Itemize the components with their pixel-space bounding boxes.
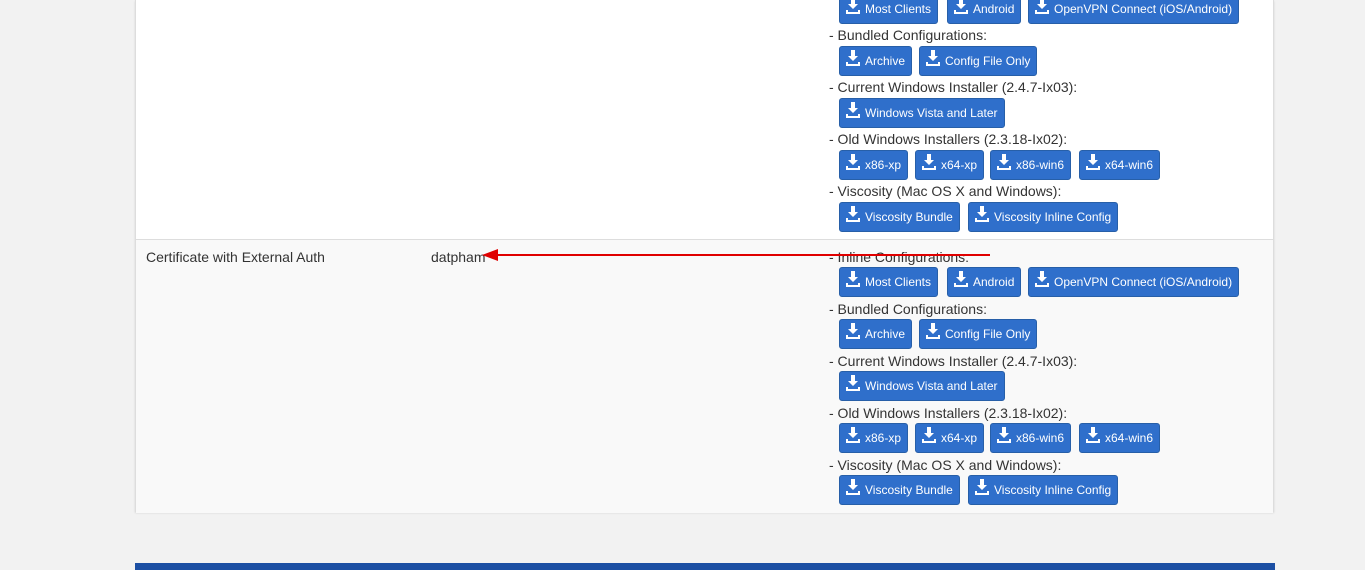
android-button[interactable]: Android: [947, 267, 1022, 297]
user-cell: datpham: [431, 249, 486, 265]
download-icon: [926, 50, 940, 66]
windows-vista-button[interactable]: Windows Vista and Later: [839, 98, 1005, 128]
x86-win6-button[interactable]: x86-win6: [990, 150, 1072, 180]
button-label: Windows Vista and Later: [865, 379, 998, 393]
group-label: - Old Windows Installers (2.3.18-Ix02):: [829, 405, 1068, 421]
table-row: Certificate with External Auth datpham -…: [136, 239, 1273, 513]
download-icon: [954, 0, 968, 14]
group-label: - Bundled Configurations:: [829, 27, 987, 43]
group-label: - Current Windows Installer (2.4.7-Ix03)…: [829, 79, 1078, 95]
x64-xp-button[interactable]: x64-xp: [915, 423, 985, 453]
button-label: x64-win6: [1105, 158, 1154, 172]
download-icon: [997, 154, 1011, 170]
windows-vista-button[interactable]: Windows Vista and Later: [839, 371, 1005, 401]
archive-button[interactable]: Archive: [839, 319, 913, 349]
download-icon: [846, 479, 860, 495]
button-label: x86-xp: [865, 431, 902, 445]
openvpn-connect-button[interactable]: OpenVPN Connect (iOS/Android): [1028, 267, 1240, 297]
button-label: x86-win6: [1016, 431, 1065, 445]
x64-xp-button[interactable]: x64-xp: [915, 150, 985, 180]
x86-xp-button[interactable]: x86-xp: [839, 150, 909, 180]
button-label: Viscosity Bundle: [865, 483, 953, 497]
download-icon: [997, 427, 1011, 443]
button-label: Viscosity Inline Config: [994, 210, 1112, 224]
button-label: x86-win6: [1016, 158, 1065, 172]
download-icon: [975, 479, 989, 495]
download-icon: [1086, 427, 1100, 443]
download-icon: [922, 154, 936, 170]
group-label: - Viscosity (Mac OS X and Windows):: [829, 457, 1062, 473]
group-label: - Viscosity (Mac OS X and Windows):: [829, 183, 1062, 199]
viscosity-inline-config-button[interactable]: Viscosity Inline Config: [968, 475, 1119, 505]
download-icon: [1035, 0, 1049, 14]
button-label: Most Clients: [865, 275, 932, 289]
download-icon: [846, 427, 860, 443]
button-label: Archive: [865, 327, 906, 341]
button-label: Android: [973, 2, 1015, 16]
download-icon: [846, 375, 860, 391]
viscosity-bundle-button[interactable]: Viscosity Bundle: [839, 202, 960, 232]
group-label: - Old Windows Installers (2.3.18-Ix02):: [829, 131, 1068, 147]
download-icon: [922, 427, 936, 443]
download-icon: [1035, 271, 1049, 287]
table-row: Most Clients Android OpenVPN Connect (iO…: [136, 0, 1273, 239]
button-label: Viscosity Inline Config: [994, 483, 1112, 497]
download-icon: [846, 154, 860, 170]
button-label: Config File Only: [945, 327, 1031, 341]
auth-mode-cell: Certificate with External Auth: [146, 249, 325, 265]
client-export-table: Most Clients Android OpenVPN Connect (iO…: [135, 0, 1274, 513]
button-label: OpenVPN Connect (iOS/Android): [1054, 2, 1233, 16]
footer-bar: [135, 563, 1275, 570]
download-icon: [846, 271, 860, 287]
most-clients-button[interactable]: Most Clients: [839, 267, 939, 297]
viscosity-bundle-button[interactable]: Viscosity Bundle: [839, 475, 960, 505]
config-file-only-button[interactable]: Config File Only: [919, 319, 1038, 349]
group-label: - Bundled Configurations:: [829, 301, 987, 317]
x64-win6-button[interactable]: x64-win6: [1079, 150, 1161, 180]
most-clients-button[interactable]: Most Clients: [839, 0, 939, 24]
viscosity-inline-config-button[interactable]: Viscosity Inline Config: [968, 202, 1119, 232]
button-label: Most Clients: [865, 2, 932, 16]
button-label: x64-xp: [941, 158, 978, 172]
button-label: Viscosity Bundle: [865, 210, 953, 224]
download-icon: [846, 323, 860, 339]
openvpn-connect-button[interactable]: OpenVPN Connect (iOS/Android): [1028, 0, 1240, 24]
button-label: x64-win6: [1105, 431, 1154, 445]
download-icon: [954, 271, 968, 287]
download-icon: [926, 323, 940, 339]
download-icon: [846, 50, 860, 66]
button-label: Android: [973, 275, 1015, 289]
download-icon: [846, 206, 860, 222]
group-label: - Inline Configurations:: [829, 249, 970, 265]
archive-button[interactable]: Archive: [839, 46, 913, 76]
button-label: x86-xp: [865, 158, 902, 172]
button-label: OpenVPN Connect (iOS/Android): [1054, 275, 1233, 289]
download-icon: [846, 0, 860, 14]
x86-xp-button[interactable]: x86-xp: [839, 423, 909, 453]
button-label: Windows Vista and Later: [865, 106, 998, 120]
download-icon: [975, 206, 989, 222]
group-label: - Current Windows Installer (2.4.7-Ix03)…: [829, 353, 1078, 369]
x86-win6-button[interactable]: x86-win6: [990, 423, 1072, 453]
button-label: Archive: [865, 54, 906, 68]
download-icon: [846, 102, 860, 118]
android-button[interactable]: Android: [947, 0, 1022, 24]
button-label: Config File Only: [945, 54, 1031, 68]
x64-win6-button[interactable]: x64-win6: [1079, 423, 1161, 453]
download-icon: [1086, 154, 1100, 170]
config-file-only-button[interactable]: Config File Only: [919, 46, 1038, 76]
button-label: x64-xp: [941, 431, 978, 445]
